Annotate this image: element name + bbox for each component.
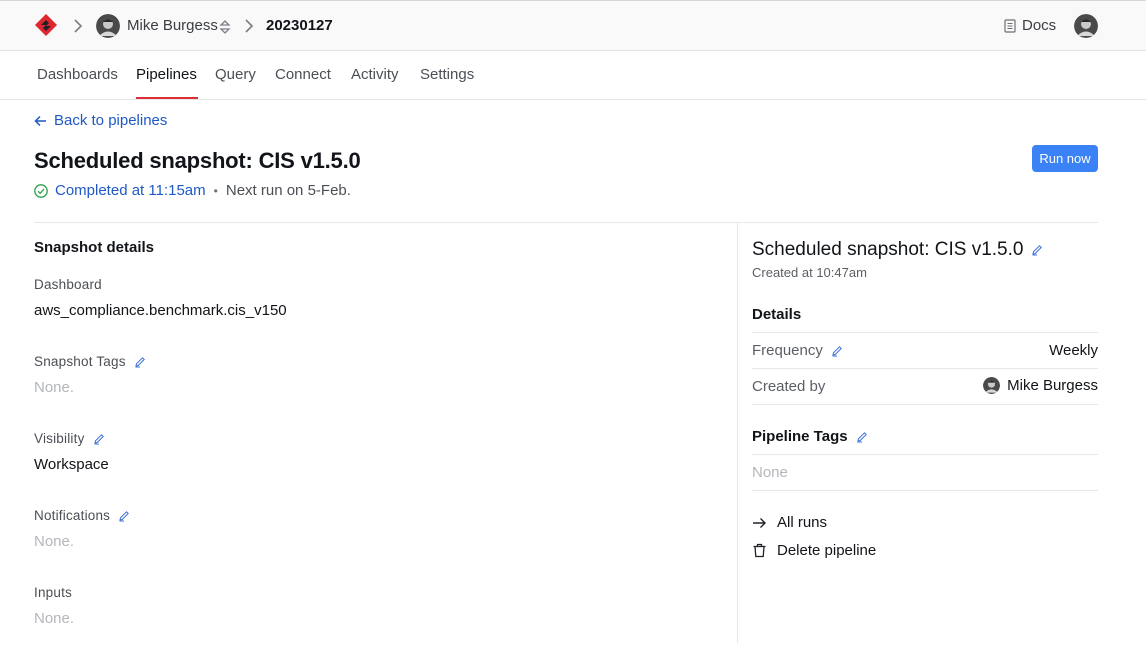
chevron-right-icon [245, 19, 254, 33]
pipeline-tags-heading: Pipeline Tags [752, 428, 868, 445]
trash-icon [753, 543, 766, 558]
top-bar: Mike Burgess 20230127 Docs [0, 0, 1146, 51]
column-divider [737, 223, 738, 643]
tab-pipelines[interactable]: Pipelines [136, 66, 197, 83]
page-title: Scheduled snapshot: CIS v1.5.0 [34, 148, 361, 173]
divider [752, 368, 1098, 369]
tab-activity[interactable]: Activity [351, 66, 399, 83]
tab-settings[interactable]: Settings [420, 66, 474, 83]
snapshot-details-heading: Snapshot details [34, 239, 155, 256]
run-now-button[interactable]: Run now [1032, 145, 1098, 172]
notifications-label: Notifications [34, 508, 130, 523]
divider [752, 332, 1098, 333]
frequency-label: Frequency [752, 342, 843, 359]
notifications-value: None. [34, 533, 75, 550]
pipeline-created-at: Created at 10:47am [752, 265, 867, 280]
breadcrumb-current: 20230127 [266, 17, 333, 34]
pencil-icon[interactable] [856, 431, 868, 443]
user-avatar [983, 377, 1001, 394]
divider [752, 404, 1098, 405]
tab-dashboards[interactable]: Dashboards [37, 66, 118, 83]
all-runs-link[interactable]: All runs [752, 514, 827, 531]
status-text[interactable]: Completed at 11:15am [55, 182, 206, 199]
docs-link[interactable]: Docs [1004, 17, 1056, 34]
active-tab-indicator [136, 97, 198, 99]
created-by-value: Mike Burgess [983, 377, 1098, 394]
created-by-label: Created by [752, 378, 826, 395]
inputs-value: None. [34, 610, 75, 627]
back-label: Back to pipelines [54, 112, 168, 129]
pencil-icon[interactable] [93, 433, 105, 445]
back-to-pipelines-link[interactable]: Back to pipelines [34, 112, 167, 129]
docs-icon [1004, 18, 1016, 33]
frequency-value: Weekly [1049, 342, 1098, 359]
user-avatar[interactable] [96, 14, 120, 38]
visibility-value: Workspace [34, 456, 109, 473]
pencil-icon[interactable] [134, 356, 146, 368]
visibility-label: Visibility [34, 431, 105, 446]
next-run-text: Next run on 5-Feb. [225, 182, 351, 199]
pipeline-title: Scheduled snapshot: CIS v1.5.0 [752, 239, 1043, 261]
dot-separator: • [213, 183, 218, 198]
pipeline-tags-value: None [752, 464, 788, 481]
tab-connect[interactable]: Connect [275, 66, 331, 83]
divider [752, 454, 1098, 455]
arrow-left-icon [34, 115, 46, 126]
pencil-icon[interactable] [118, 510, 130, 522]
dashboard-label: Dashboard [34, 277, 102, 292]
delete-pipeline-label: Delete pipeline [777, 542, 877, 559]
breadcrumb-user[interactable]: Mike Burgess [127, 17, 218, 34]
arrow-right-icon [753, 517, 766, 528]
pencil-icon[interactable] [831, 345, 843, 357]
docs-label: Docs [1022, 17, 1057, 34]
delete-pipeline-button[interactable]: Delete pipeline [752, 542, 876, 559]
divider [34, 222, 1098, 223]
check-circle-icon [34, 183, 48, 198]
logo-icon[interactable] [34, 13, 58, 37]
chevron-right-icon [74, 19, 83, 33]
snapshot-tags-label: Snapshot Tags [34, 354, 146, 369]
inputs-label: Inputs [34, 585, 72, 600]
nav-tabs: Dashboards Pipelines Query Connect Activ… [0, 51, 1146, 100]
run-status: Completed at 11:15am • Next run on 5-Feb… [34, 182, 351, 199]
dashboard-value: aws_compliance.benchmark.cis_v150 [34, 302, 287, 319]
pencil-icon[interactable] [1031, 244, 1043, 256]
account-avatar[interactable] [1074, 14, 1098, 38]
divider [752, 490, 1098, 491]
details-heading: Details [752, 306, 802, 323]
tab-query[interactable]: Query [215, 66, 256, 83]
all-runs-label: All runs [777, 514, 828, 531]
switch-icon[interactable] [219, 19, 231, 35]
snapshot-tags-value: None. [34, 379, 75, 396]
created-by-name: Mike Burgess [1007, 377, 1098, 394]
